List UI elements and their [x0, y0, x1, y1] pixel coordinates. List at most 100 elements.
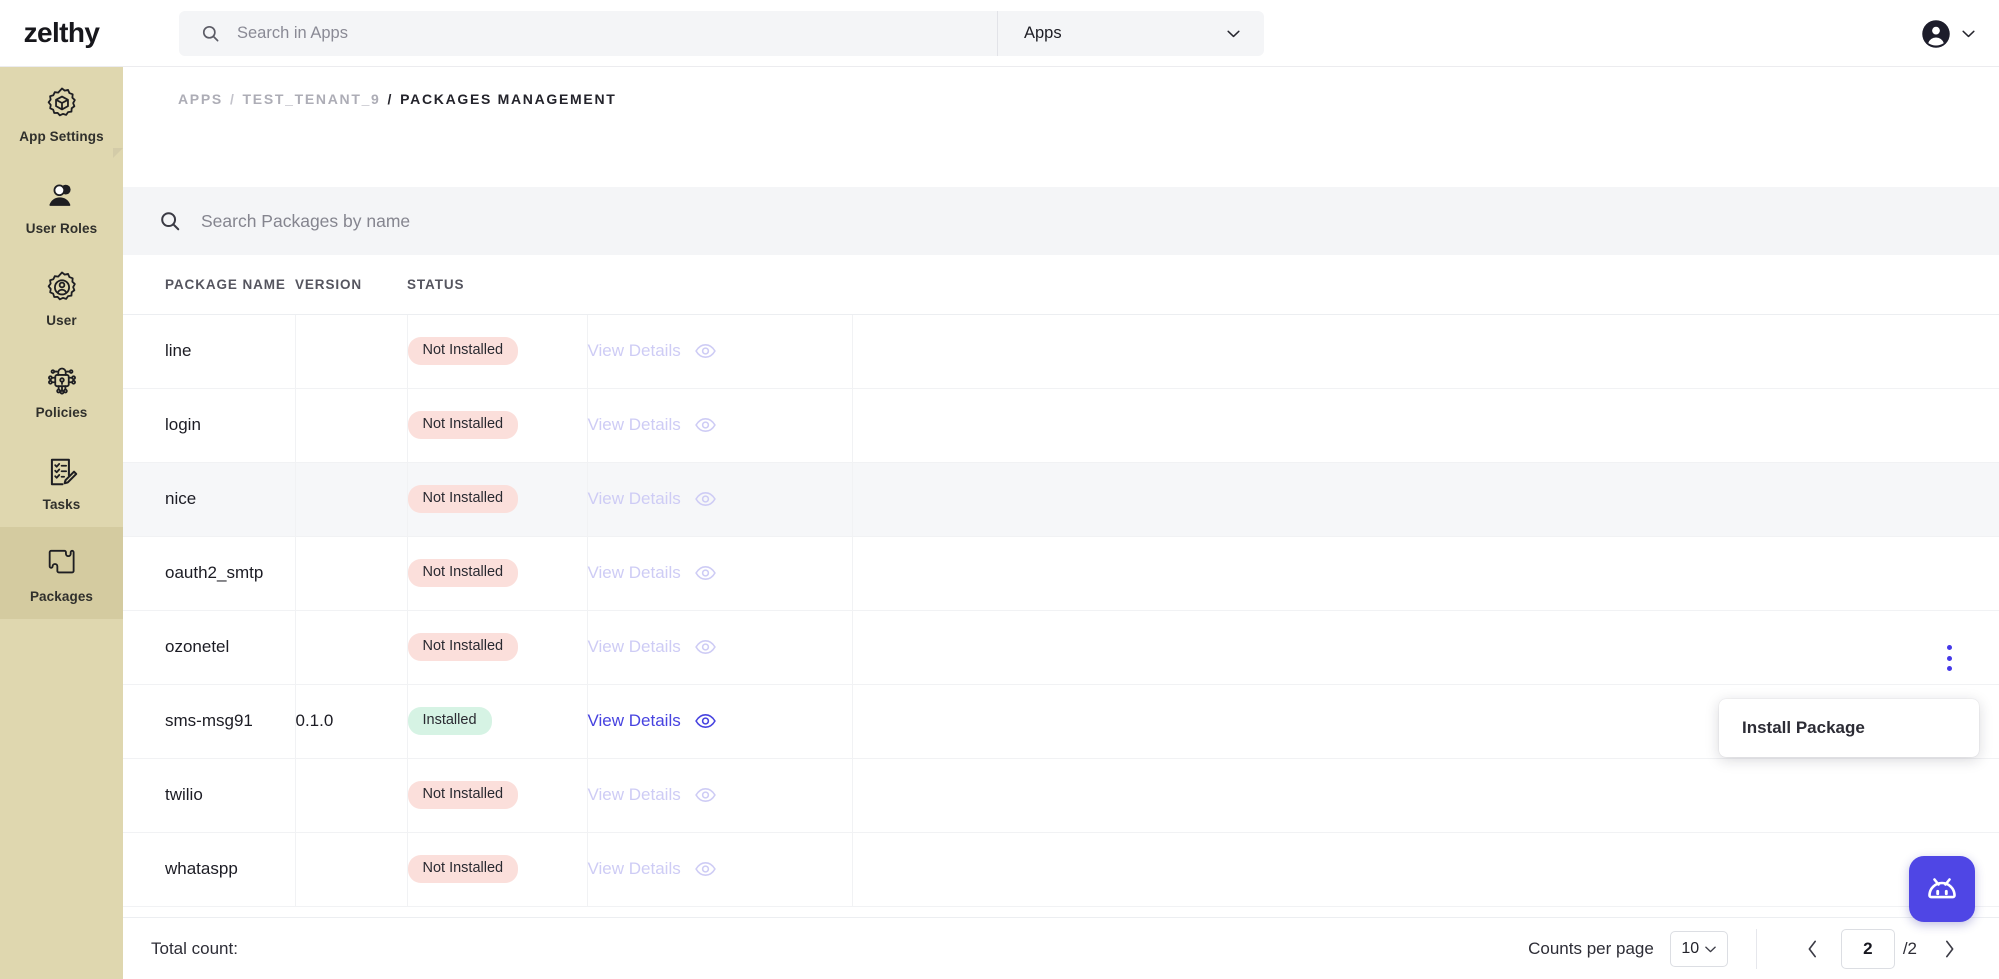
sidebar-item-label: Tasks [42, 496, 81, 512]
chatbot-button[interactable] [1909, 856, 1975, 922]
table-row[interactable]: line Not Installed View Details [123, 314, 1999, 389]
cell-actions: View Details [587, 462, 853, 537]
view-details-link: View Details [588, 341, 716, 361]
cell-package-name: line [123, 314, 296, 389]
brand-logo[interactable]: zelthy [0, 17, 123, 49]
cell-version [295, 610, 408, 685]
counts-per-page-label: Counts per page [1528, 938, 1654, 958]
eye-icon [694, 861, 716, 877]
cell-actions: View Details [587, 832, 853, 907]
more-vertical-icon[interactable] [1938, 645, 1960, 671]
cell-package-name: twilio [123, 758, 296, 833]
cell-status: Not Installed [407, 758, 588, 833]
cell-actions: View Details [587, 610, 853, 685]
packages-table: PACKAGE NAME VERSION STATUS line Not Inst… [123, 255, 1999, 907]
status-badge: Not Installed [407, 559, 519, 587]
pagination-controls: Counts per page 10 2 /2 [1528, 918, 1999, 979]
counts-per-page-value: 10 [1681, 939, 1700, 957]
status-badge: Not Installed [407, 411, 519, 439]
cell-row-menu [852, 314, 1999, 389]
top-bar: zelthy Apps [0, 0, 1999, 67]
column-header-actions [587, 255, 852, 315]
cell-version [295, 536, 408, 611]
cell-status: Not Installed [407, 610, 588, 685]
account-menu[interactable] [1921, 0, 1975, 67]
sidebar-item-user-roles[interactable]: User Roles [0, 159, 123, 251]
counts-per-page: Counts per page 10 [1528, 930, 1756, 967]
search-input[interactable] [237, 11, 997, 55]
table-row[interactable]: whataspp Not Installed View Details [123, 832, 1999, 907]
eye-icon [694, 787, 716, 803]
apps-dropdown-value: Apps [1024, 23, 1062, 42]
sidebar-item-tasks[interactable]: Tasks [0, 435, 123, 527]
view-details-link: View Details [588, 637, 716, 657]
counts-per-page-select[interactable]: 10 [1669, 930, 1728, 967]
sidebar-item-label: App Settings [19, 128, 104, 144]
next-page-button[interactable] [1929, 929, 1969, 969]
status-badge: Not Installed [407, 485, 519, 513]
view-details-label: View Details [587, 859, 681, 878]
main-content: APPS / TEST_TENANT_9 / PACKAGES MANAGEME… [123, 67, 1999, 979]
search-icon [201, 24, 220, 43]
table-row[interactable]: nice Not Installed View Details [123, 462, 1999, 537]
status-badge: Not Installed [407, 855, 519, 883]
cell-actions: View Details [587, 388, 853, 463]
view-details-link: View Details [588, 859, 716, 879]
cell-package-name: sms-msg91 [123, 684, 296, 759]
view-details-label: View Details [587, 489, 681, 508]
sidebar-active-corner [113, 148, 123, 158]
column-header-version[interactable]: VERSION [295, 255, 407, 315]
status-badge: Not Installed [407, 337, 519, 365]
breadcrumb-tenant[interactable]: TEST_TENANT_9 [243, 91, 381, 107]
robot-face-icon [1922, 867, 1962, 912]
breadcrumb-current: PACKAGES MANAGEMENT [400, 91, 617, 107]
breadcrumb: APPS / TEST_TENANT_9 / PACKAGES MANAGEME… [123, 67, 1999, 131]
sidebar-item-app-settings[interactable]: App Settings [0, 67, 123, 159]
column-header-package-name[interactable]: PACKAGE NAME [123, 255, 295, 315]
global-search-field[interactable] [179, 11, 997, 56]
cell-version [295, 832, 408, 907]
current-page-input[interactable]: 2 [1840, 928, 1895, 969]
sidebar: App Settings User Roles User Policies Ta… [0, 67, 123, 979]
cell-row-menu [852, 610, 1999, 685]
row-context-menu: Install Package [1719, 699, 1979, 757]
table-row[interactable]: login Not Installed View Details [123, 388, 1999, 463]
table-header-row: PACKAGE NAME VERSION STATUS [123, 255, 1999, 315]
view-details-label: View Details [587, 415, 681, 434]
eye-icon [694, 491, 716, 507]
eye-icon [694, 343, 716, 359]
apps-dropdown[interactable]: Apps [997, 10, 1264, 56]
cell-version: 0.1.0 [295, 684, 408, 759]
package-search-input[interactable] [201, 210, 901, 232]
cell-row-menu [852, 388, 1999, 463]
cell-status: Installed [407, 684, 588, 759]
cell-status: Not Installed [407, 832, 588, 907]
cell-version [295, 462, 408, 537]
sidebar-item-packages[interactable]: Packages [0, 527, 123, 619]
cell-actions: View Details [587, 684, 853, 759]
sidebar-item-user[interactable]: User [0, 251, 123, 343]
sidebar-item-policies[interactable]: Policies [0, 343, 123, 435]
table-row[interactable]: sms-msg91 0.1.0 Installed View Details [123, 684, 1999, 759]
table-row[interactable]: twilio Not Installed View Details [123, 758, 1999, 833]
view-details-link: View Details [588, 563, 716, 583]
view-details-link[interactable]: View Details [588, 711, 716, 731]
breadcrumb-root[interactable]: APPS [178, 91, 223, 107]
prev-page-button[interactable] [1793, 929, 1833, 969]
column-header-status[interactable]: STATUS [407, 255, 587, 315]
cell-row-menu [852, 536, 1999, 611]
install-package-menu-item[interactable]: Install Package [1742, 718, 1865, 738]
sidebar-item-label: Policies [35, 404, 88, 420]
packages-table-head: PACKAGE NAME VERSION STATUS [123, 255, 1999, 315]
user-roles-icon [45, 175, 79, 217]
cell-version [295, 388, 408, 463]
table-footer: Total count: Counts per page 10 2 /2 [123, 917, 1999, 979]
table-row[interactable]: ozonetel Not Installed View Details [123, 610, 1999, 685]
view-details-link: View Details [588, 415, 716, 435]
gear-cube-icon [44, 83, 80, 125]
package-search-bar[interactable] [123, 187, 1999, 255]
eye-icon[interactable] [694, 713, 716, 729]
status-badge: Installed [407, 707, 492, 735]
cell-status: Not Installed [407, 388, 588, 463]
table-row[interactable]: oauth2_smtp Not Installed View Details [123, 536, 1999, 611]
